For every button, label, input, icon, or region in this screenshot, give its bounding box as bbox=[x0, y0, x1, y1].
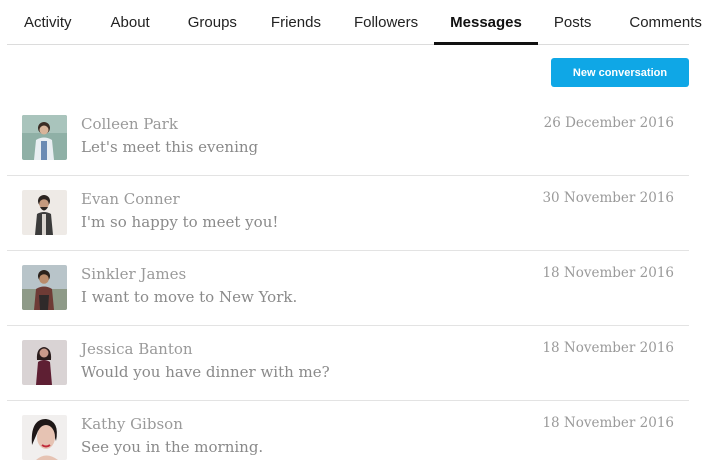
contact-name: Sinkler James bbox=[81, 265, 187, 283]
message-preview: I'm so happy to meet you! bbox=[81, 213, 279, 231]
message-row[interactable]: Kathy Gibson See you in the morning. 18 … bbox=[7, 401, 689, 475]
message-preview: Would you have dinner with me? bbox=[81, 363, 330, 381]
message-date: 18 November 2016 bbox=[542, 340, 674, 356]
contact-name: Evan Conner bbox=[81, 190, 180, 208]
message-date: 18 November 2016 bbox=[542, 265, 674, 281]
new-conversation-button[interactable]: New conversation bbox=[551, 58, 689, 87]
tab-friends[interactable]: Friends bbox=[271, 0, 321, 44]
tab-followers[interactable]: Followers bbox=[354, 0, 418, 44]
contact-name: Colleen Park bbox=[81, 115, 178, 133]
message-row[interactable]: Colleen Park Let's meet this evening 26 … bbox=[7, 101, 689, 176]
tab-groups[interactable]: Groups bbox=[188, 0, 237, 44]
avatar bbox=[22, 265, 67, 310]
profile-tabs: Activity About Groups Friends Followers … bbox=[7, 0, 702, 45]
tab-activity[interactable]: Activity bbox=[24, 0, 72, 44]
tab-posts[interactable]: Posts bbox=[554, 0, 592, 44]
message-preview: Let's meet this evening bbox=[81, 138, 259, 156]
tab-comments[interactable]: Comments bbox=[629, 0, 702, 44]
message-preview: See you in the morning. bbox=[81, 438, 264, 456]
message-date: 26 December 2016 bbox=[543, 115, 674, 131]
contact-name: Jessica Banton bbox=[81, 340, 193, 358]
message-date: 18 November 2016 bbox=[542, 415, 674, 431]
tab-messages[interactable]: Messages bbox=[434, 0, 538, 45]
avatar bbox=[22, 190, 67, 235]
message-row[interactable]: Jessica Banton Would you have dinner wit… bbox=[7, 326, 689, 401]
message-row[interactable]: Sinkler James I want to move to New York… bbox=[7, 251, 689, 326]
contact-name: Kathy Gibson bbox=[81, 415, 183, 433]
message-date: 30 November 2016 bbox=[542, 190, 674, 206]
avatar bbox=[22, 340, 67, 385]
avatar bbox=[22, 415, 67, 460]
message-preview: I want to move to New York. bbox=[81, 288, 298, 306]
message-list: Colleen Park Let's meet this evening 26 … bbox=[7, 101, 689, 475]
avatar bbox=[22, 115, 67, 160]
message-row[interactable]: Evan Conner I'm so happy to meet you! 30… bbox=[7, 176, 689, 251]
tab-about[interactable]: About bbox=[111, 0, 150, 44]
